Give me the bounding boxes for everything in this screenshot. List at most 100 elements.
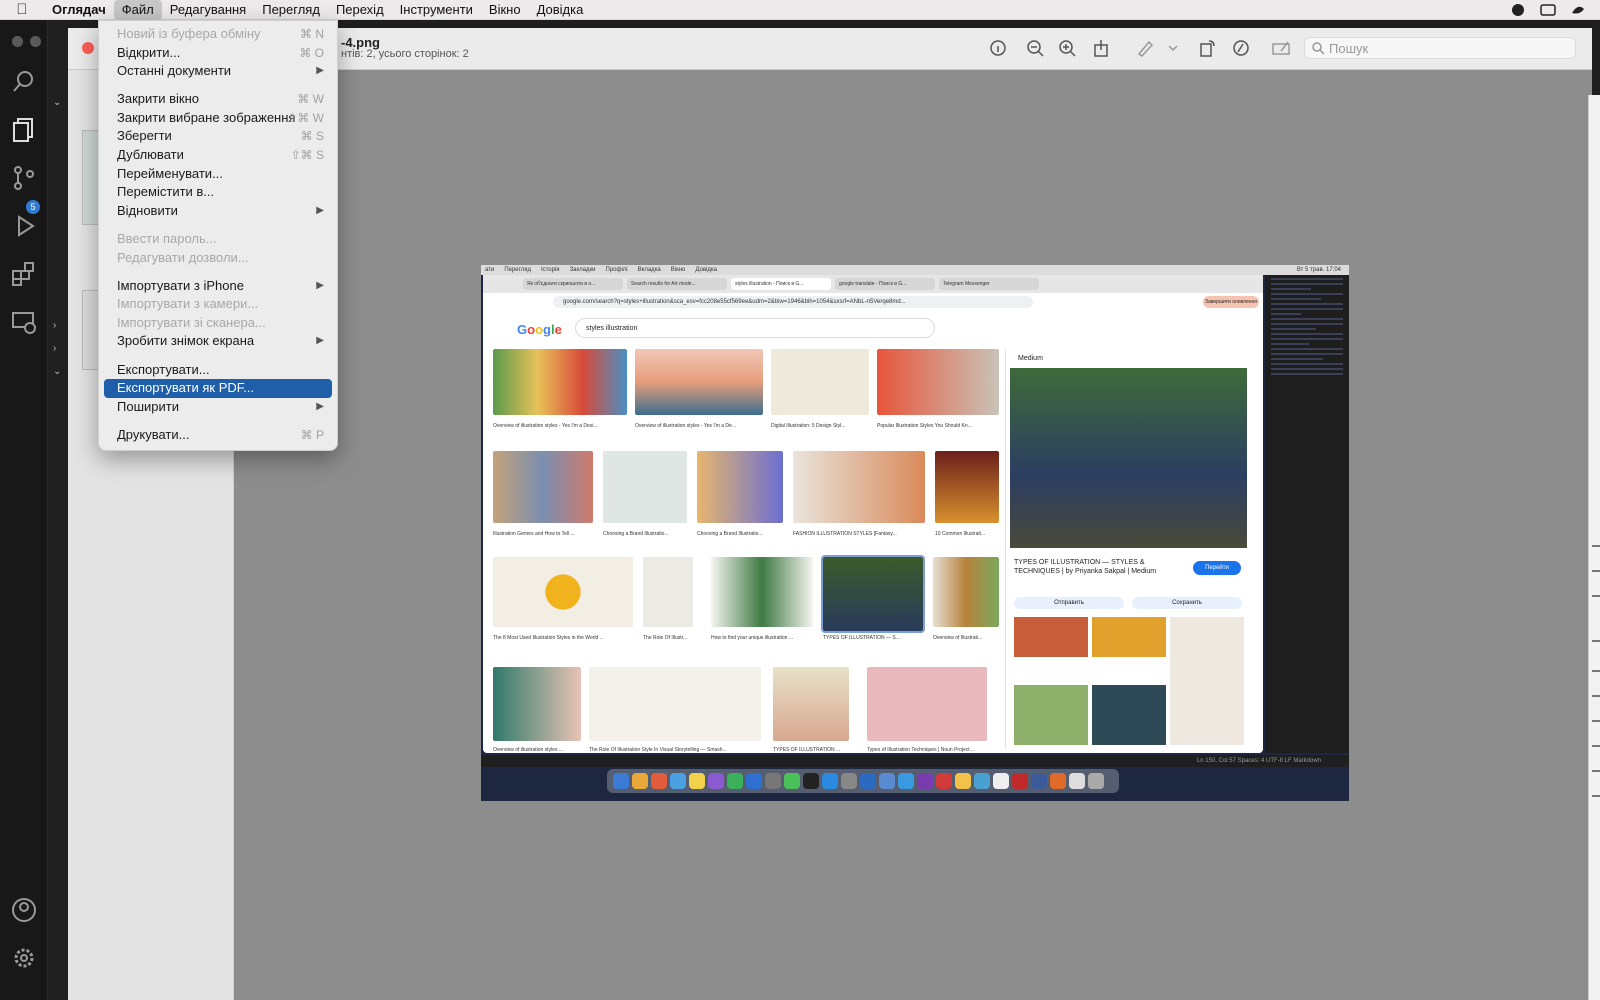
chevron-right-icon[interactable]: › — [53, 320, 63, 331]
shot-search-query: styles illustration — [575, 318, 935, 338]
file-menu-item[interactable]: Закрити вибране зображення ⇧⌘ W — [104, 109, 332, 128]
file-menu-item[interactable]: Перемістити в... — [104, 183, 332, 202]
menu-item-label: Закрити вікно — [117, 91, 199, 107]
file-menu-item[interactable]: Імпортувати з iPhone ▶ — [104, 277, 332, 296]
menu-item-label: Зробити знімок екрана — [117, 333, 255, 349]
shot-result-image — [493, 557, 633, 627]
menu-item-label: Відкрити... — [117, 44, 181, 60]
menu-separator — [99, 416, 337, 426]
menu-item-label: Дублювати — [117, 147, 184, 163]
file-menu-item[interactable]: Дублювати ⇧⌘ S — [104, 146, 332, 165]
menu-tools[interactable]: Інструменти — [392, 0, 481, 20]
file-menu-item: Ввести пароль... — [104, 230, 332, 249]
share-icon[interactable] — [1091, 38, 1111, 58]
menu-separator — [99, 267, 337, 277]
activity-bar: 5 — [0, 20, 59, 1000]
highlight-pen-icon[interactable] — [1135, 38, 1155, 58]
file-menu-item: Новий із буфера обміну ⌘ N — [104, 25, 332, 44]
menu-help[interactable]: Довідка — [529, 0, 592, 20]
file-menu-item[interactable]: Закрити вікно ⌘ W — [104, 90, 332, 109]
shot-result-caption: Overview of Illustrati... — [933, 635, 983, 641]
menu-item-shortcut: ⇧⌘ W — [287, 110, 324, 125]
settings-gear-icon[interactable] — [10, 944, 38, 972]
account-icon[interactable] — [10, 896, 38, 924]
remote-explorer-icon[interactable] — [10, 308, 38, 336]
shot-menu-item: Перегляд — [504, 267, 531, 273]
chevron-down-icon[interactable]: ⌄ — [53, 366, 63, 377]
menu-item-label: Експортувати як PDF... — [117, 380, 255, 396]
menu-item-shortcut: ⇧⌘ S — [290, 148, 324, 163]
shot-result-caption: Choosing a Brand Illustratio... — [697, 531, 763, 537]
file-menu-item[interactable]: Відкрити... ⌘ O — [104, 44, 332, 63]
displayed-screenshot: ати Перегляд Історія Закладки Профілі Вк… — [481, 265, 1349, 801]
shot-result-caption: FASHION ILLUSTRATION STYLES [Fantasy... — [793, 531, 897, 537]
menu-app-name[interactable]: Оглядач — [44, 0, 114, 20]
shot-result-image — [867, 667, 987, 741]
shot-result-image — [635, 349, 763, 415]
shot-result-image — [773, 667, 849, 741]
close-window-button[interactable] — [82, 42, 94, 54]
chevron-down-icon[interactable]: ⌄ — [53, 97, 63, 108]
file-menu-item[interactable]: Зробити знімок екрана ▶ — [104, 332, 332, 351]
file-menu-item[interactable]: Останні документи ▶ — [104, 62, 332, 81]
shot-image-panel: Medium TYPES OF ILLUSTRATION — STYLES & … — [1005, 349, 1251, 749]
menu-edit[interactable]: Редагування — [162, 0, 255, 20]
shot-tab-strip: Як об'єднати скриншоти в о... Search res… — [483, 275, 1263, 293]
info-icon[interactable] — [988, 38, 1008, 58]
menu-view[interactable]: Перегляд — [254, 0, 328, 20]
run-debug-icon[interactable] — [10, 212, 38, 240]
shot-panel-source: Medium — [1018, 355, 1043, 362]
menu-window[interactable]: Вікно — [481, 0, 529, 20]
file-menu-item[interactable]: Поширити ▶ — [104, 398, 332, 417]
chevron-right-icon: ▶ — [316, 335, 324, 347]
file-menu-item[interactable]: Перейменувати... — [104, 165, 332, 184]
zoom-in-icon[interactable] — [1057, 38, 1077, 58]
zoom-out-icon[interactable] — [1025, 38, 1045, 58]
shot-result-caption: Overview of illustration styles - Yes I'… — [493, 423, 598, 429]
file-menu-item[interactable]: Зберегти ⌘ S — [104, 127, 332, 146]
shot-result-caption: Popular Illustration Styles You Should K… — [877, 423, 972, 429]
bird-icon[interactable] — [1570, 3, 1586, 17]
file-menu-item[interactable]: Друкувати... ⌘ P — [104, 426, 332, 445]
menu-item-shortcut: ⌘ S — [300, 129, 324, 144]
search-field[interactable]: Пошук — [1304, 37, 1576, 59]
file-menu-dropdown: Новий із буфера обміну ⌘ N Відкрити... ⌘ O О… — [98, 20, 338, 451]
shot-result-image — [589, 667, 761, 741]
menu-item-label: Експортувати... — [117, 361, 210, 377]
chevron-down-icon[interactable] — [1163, 38, 1183, 58]
chevron-right-icon[interactable]: › — [53, 343, 63, 354]
shot-result-image — [493, 451, 593, 523]
extensions-icon[interactable] — [10, 260, 38, 288]
shot-go-button: Перейти — [1193, 561, 1241, 575]
menu-file[interactable]: Файл — [113, 0, 162, 20]
apple-icon[interactable]:  — [0, 1, 44, 18]
menu-item-shortcut: ⌘ P — [300, 427, 324, 442]
menu-go[interactable]: Перехід — [328, 0, 392, 20]
menu-item-label: Поширити — [117, 398, 179, 414]
shot-result-image — [643, 557, 693, 627]
search-icon[interactable] — [10, 68, 38, 96]
chevron-right-icon: ▶ — [316, 204, 324, 216]
chevron-right-icon: ▶ — [316, 400, 324, 412]
shot-result-image — [771, 349, 869, 415]
file-menu-item[interactable]: Експортувати... — [104, 361, 332, 380]
menu-item-label: Друкувати... — [117, 426, 190, 442]
form-fill-icon[interactable] — [1271, 38, 1291, 58]
screenshot-browser: Як об'єднати скриншоти в о... Search res… — [483, 275, 1263, 753]
message-icon[interactable] — [1540, 3, 1556, 17]
shot-result-caption: Overview of illustration styles - Yes I'… — [635, 423, 736, 429]
markup-icon[interactable] — [1231, 38, 1251, 58]
file-menu-item[interactable]: Відновити ▶ — [104, 202, 332, 221]
menu-item-label: Останні документи — [117, 63, 232, 79]
rotate-icon[interactable] — [1197, 38, 1217, 58]
file-menu-item[interactable]: Експортувати як PDF... — [104, 379, 332, 398]
shot-result-caption: Overview of illustration styles ... — [493, 747, 564, 753]
shot-result-caption: Digital Illustration: 5 Design Styl... — [771, 423, 846, 429]
source-control-icon[interactable] — [10, 164, 38, 192]
shot-tab: Search results for Art mode... — [627, 278, 727, 290]
shot-result-caption: Illustration Genres and How to Tell ... — [493, 531, 575, 537]
explorer-icon[interactable] — [10, 116, 38, 144]
shot-send-button: Отправить — [1014, 597, 1124, 609]
shot-menu-item: Довідка — [695, 267, 717, 273]
status-app-icon[interactable] — [1510, 3, 1526, 17]
